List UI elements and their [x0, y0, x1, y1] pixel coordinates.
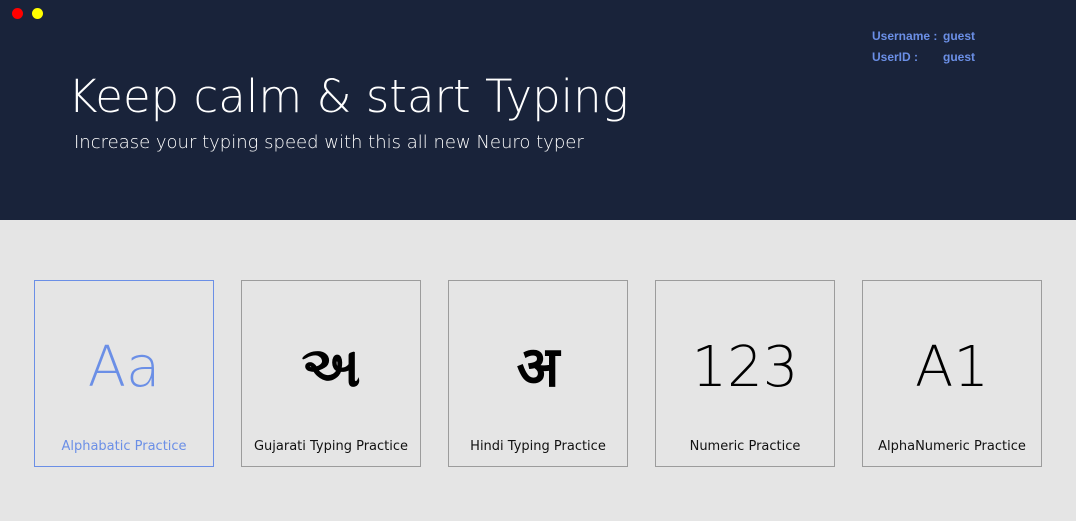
username-label: Username :	[872, 29, 938, 43]
userid-value: guest	[943, 50, 976, 64]
close-window-button[interactable]	[12, 8, 23, 19]
alphanumeric-glyph-icon: A1	[915, 335, 989, 400]
hindi-glyph-icon: अ	[516, 335, 560, 400]
userid-row: UserID : guest	[872, 47, 1022, 68]
alphabetic-practice-card[interactable]: Aa Alphabatic Practice	[34, 280, 214, 467]
card-label: Gujarati Typing Practice	[253, 439, 409, 454]
page-title: Keep calm & start Typing	[68, 70, 629, 123]
page-subtitle: Increase your typing speed with this all…	[74, 132, 584, 153]
minimize-window-button[interactable]	[32, 8, 43, 19]
card-label: Alphabatic Practice	[61, 439, 187, 454]
gujarati-practice-card[interactable]: અ Gujarati Typing Practice	[241, 280, 421, 467]
card-label: Numeric Practice	[689, 439, 801, 454]
numeric-practice-card[interactable]: 123 Numeric Practice	[655, 280, 835, 467]
user-info: Username : guest UserID : guest	[872, 26, 1022, 68]
username-value: guest	[943, 29, 976, 43]
alphabet-glyph-icon: Aa	[87, 335, 161, 400]
username-row: Username : guest	[872, 26, 1022, 47]
gujarati-glyph-icon: અ	[301, 335, 361, 400]
hindi-practice-card[interactable]: अ Hindi Typing Practice	[448, 280, 628, 467]
numeric-glyph-icon: 123	[691, 335, 799, 400]
alphanumeric-practice-card[interactable]: A1 AlphaNumeric Practice	[862, 280, 1042, 467]
card-label: AlphaNumeric Practice	[878, 439, 1026, 454]
header-banner: Username : guest UserID : guest Keep cal…	[0, 0, 1076, 220]
card-label: Hindi Typing Practice	[470, 439, 606, 454]
userid-label: UserID :	[872, 50, 919, 64]
